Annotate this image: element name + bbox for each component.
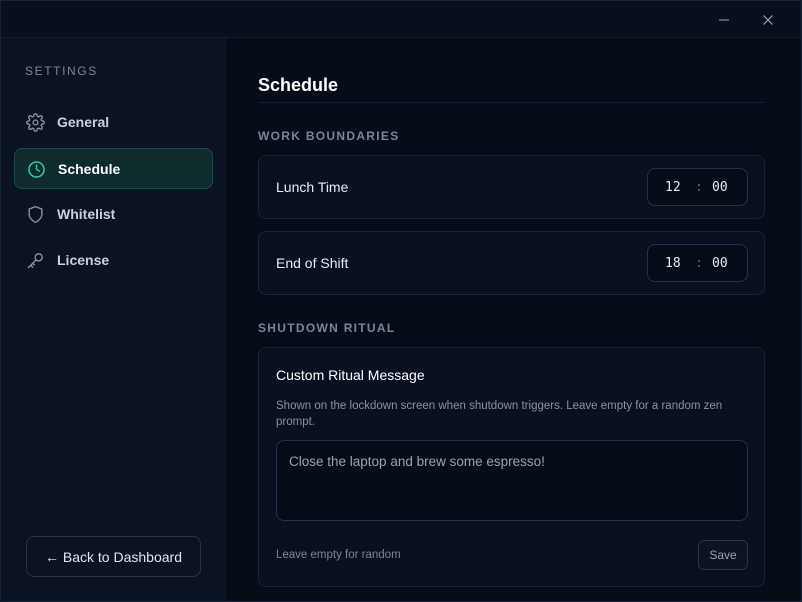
gear-icon (26, 113, 45, 132)
ritual-message-textarea[interactable]: Close the laptop and brew some espresso! (276, 440, 748, 521)
hour-field[interactable]: 18 (665, 256, 681, 271)
end-of-shift-input[interactable]: 18 : 00 (647, 244, 748, 282)
settings-window: SETTINGS General Schedule Whitelist Lice… (0, 0, 802, 602)
section-label-work-boundaries: WORK BOUNDARIES (258, 129, 400, 143)
ritual-message-hint: Leave empty for random (276, 549, 401, 561)
sidebar: SETTINGS General Schedule Whitelist Lice… (1, 38, 226, 601)
lunch-time-input[interactable]: 12 : 00 (647, 168, 748, 206)
hour-field[interactable]: 12 (665, 180, 681, 195)
end-of-shift-label: End of Shift (276, 255, 349, 271)
lunch-time-card: Lunch Time 12 : 00 (258, 155, 765, 219)
page-title: Schedule (258, 75, 339, 95)
sidebar-item-license[interactable]: License (14, 240, 213, 281)
minimize-icon (719, 19, 729, 20)
sidebar-item-label: Whitelist (57, 206, 116, 222)
sidebar-item-label: License (57, 252, 110, 268)
ritual-message-help: Shown on the lockdown screen when shutdo… (276, 400, 723, 428)
close-button[interactable] (745, 1, 791, 38)
ritual-message-title: Custom Ritual Message (276, 367, 425, 383)
main-panel: Schedule WORK BOUNDARIES Lunch Time 12 :… (227, 38, 801, 601)
clock-icon (28, 161, 45, 178)
close-icon (763, 14, 773, 25)
title-divider (258, 102, 765, 103)
sidebar-item-general[interactable]: General (14, 102, 213, 143)
ritual-message-card: Custom Ritual Message Shown on the lockd… (258, 347, 765, 587)
sidebar-item-label: Schedule (58, 161, 121, 177)
save-button[interactable]: Save (698, 540, 748, 570)
ritual-message-placeholder: Close the laptop and brew some espresso! (289, 454, 545, 469)
minimize-button[interactable] (701, 1, 747, 38)
end-of-shift-card: End of Shift 18 : 00 (258, 231, 765, 295)
sidebar-heading: SETTINGS (25, 64, 98, 78)
shield-icon (28, 205, 43, 224)
section-label-shutdown-ritual: SHUTDOWN RITUAL (258, 321, 396, 335)
key-icon (27, 253, 43, 269)
time-separator: : (695, 180, 703, 195)
time-separator: : (695, 256, 703, 271)
minute-field[interactable]: 00 (712, 180, 728, 195)
minute-field[interactable]: 00 (712, 256, 728, 271)
title-bar (1, 1, 801, 38)
lunch-time-label: Lunch Time (276, 179, 349, 195)
sidebar-item-schedule[interactable]: Schedule (14, 148, 213, 189)
back-to-dashboard-button[interactable]: ← Back to Dashboard (26, 536, 201, 577)
sidebar-item-whitelist[interactable]: Whitelist (14, 194, 213, 235)
sidebar-item-label: General (57, 114, 110, 130)
